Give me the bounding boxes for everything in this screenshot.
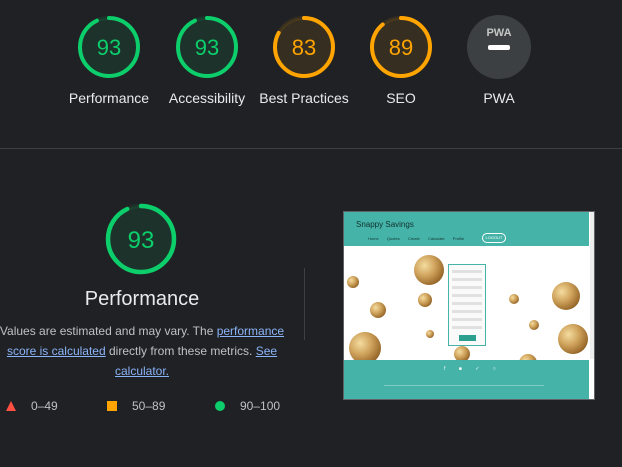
screenshot-footer: f ■ ✓ ○ [344, 360, 589, 399]
screenshot-nav-item: Home [368, 236, 379, 241]
triangle-icon [6, 401, 16, 411]
screenshot-social-icons: f ■ ✓ ○ [444, 366, 502, 372]
score-ring: 93 [78, 16, 140, 78]
coin-image [426, 330, 434, 338]
screenshot-nav-item: Profile [452, 236, 465, 241]
screenshot-login-form [448, 264, 486, 346]
legend-label: 0–49 [31, 399, 58, 413]
coin-image [529, 320, 539, 330]
coin-image [558, 324, 588, 354]
score-value: 93 [97, 35, 121, 60]
screenshot-scrollbar [590, 212, 594, 359]
score-ring: 89 [370, 16, 432, 78]
screenshot-header: Snappy Savings Home Quotes Create Calcul… [344, 212, 589, 246]
coin-image [414, 255, 444, 285]
legend-average: 50–89 [106, 399, 165, 413]
gauge-label: Accessibility [168, 90, 246, 106]
performance-description: Values are estimated and may vary. The p… [0, 321, 290, 381]
gauge-label: Best Practices [259, 90, 349, 106]
screenshot-body [344, 246, 589, 372]
pwa-badge-text: PWA [486, 27, 511, 39]
category-scores: 93 Performance 93 Accessibility 83 Best … [0, 14, 622, 144]
circle-icon [215, 401, 225, 411]
gauge-pwa[interactable]: PWA PWA [449, 14, 549, 108]
pwa-badge-icon: PWA [467, 15, 531, 79]
screenshot-footer-line [384, 385, 544, 386]
gauge-seo[interactable]: 89 SEO [351, 14, 451, 108]
screenshot-nav-item: Calculate [427, 236, 445, 241]
performance-score-value: 93 [128, 227, 155, 254]
screenshot-nav-item: Quotes [386, 236, 400, 241]
legend-label: 90–100 [240, 399, 281, 413]
score-value: 89 [389, 35, 413, 60]
legend-fail: 0–49 [5, 399, 58, 413]
gauge-label: PWA [483, 90, 515, 106]
performance-gauge-large: 93 [104, 202, 178, 281]
description-prefix: Values are estimated and may vary. The [0, 324, 217, 338]
description-middle: directly from these metrics. [105, 344, 256, 358]
score-value: 93 [195, 35, 219, 60]
performance-title: Performance [84, 288, 200, 310]
coin-image [370, 302, 386, 318]
coin-image [509, 294, 519, 304]
square-icon [107, 401, 117, 411]
gauge-label: SEO [386, 90, 416, 106]
section-divider [0, 148, 622, 149]
screenshot-logout-button: LOGOUT [482, 233, 506, 243]
coin-image [347, 276, 359, 288]
coin-image [418, 293, 432, 307]
score-ring: 93 [105, 203, 177, 275]
screenshot-nav: Home Quotes Create Calculate Profile [368, 236, 471, 241]
gauge-performance[interactable]: 93 Performance [59, 14, 159, 108]
legend-label: 50–89 [132, 399, 166, 413]
score-legend: 0–49 50–89 90–100 [0, 399, 300, 415]
gauge-label: Performance [68, 90, 150, 106]
final-screenshot-thumbnail[interactable]: Snappy Savings Home Quotes Create Calcul… [343, 211, 595, 400]
screenshot-brand: Snappy Savings [356, 220, 414, 229]
gauge-accessibility[interactable]: 93 Accessibility [157, 14, 257, 108]
legend-pass: 90–100 [214, 399, 280, 413]
vertical-separator [304, 268, 305, 340]
score-ring: 93 [176, 16, 238, 78]
gauge-best-practices[interactable]: 83 Best Practices [254, 14, 354, 108]
score-value: 83 [292, 35, 316, 60]
coin-image [552, 282, 580, 310]
score-ring: 83 [273, 16, 335, 78]
screenshot-nav-item: Create [407, 236, 420, 241]
